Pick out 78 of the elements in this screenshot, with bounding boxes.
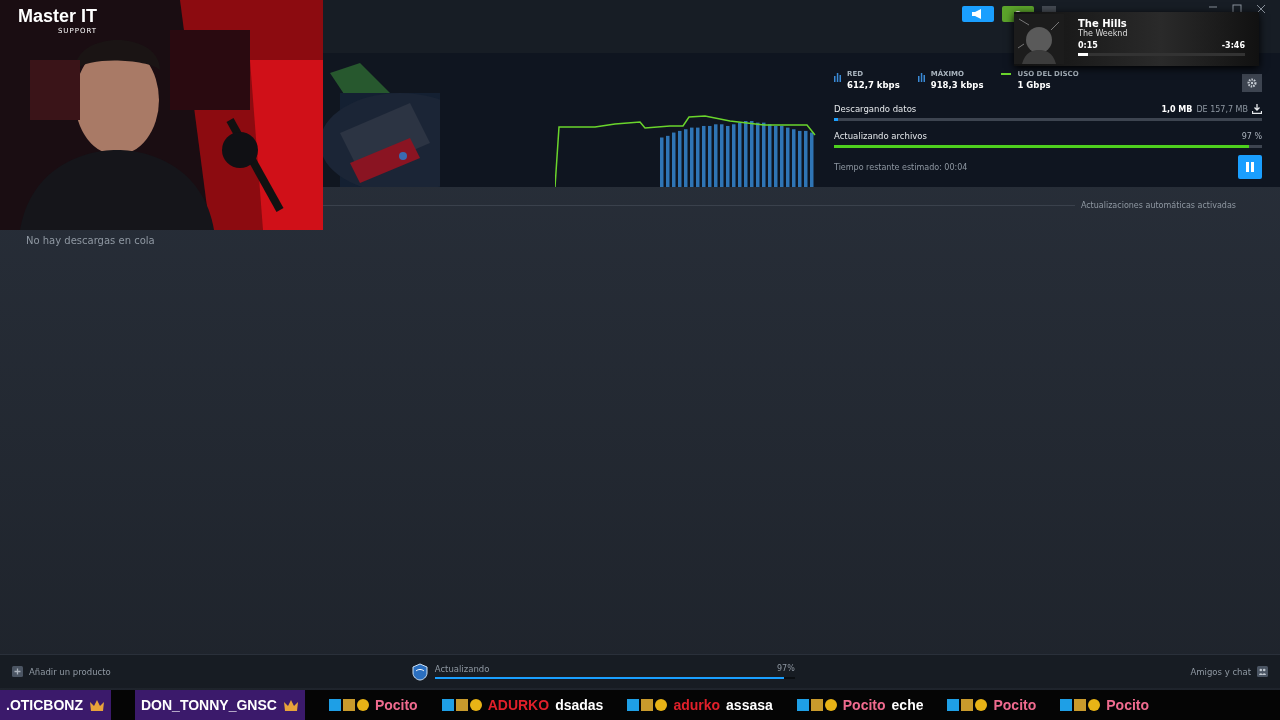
settings-button[interactable] — [1242, 74, 1262, 92]
network-bar — [696, 127, 700, 187]
network-bar — [786, 127, 790, 187]
network-bar — [666, 135, 670, 187]
network-bar — [774, 125, 778, 187]
chat-username: Pocito — [374, 697, 418, 713]
chat-message: dsadas — [555, 697, 604, 713]
chat-username: Pocito — [1106, 697, 1150, 713]
network-bar — [756, 122, 760, 187]
crown-icon — [282, 698, 299, 712]
download-amount: 1,0 MB — [1161, 104, 1193, 114]
chat-badges-icon — [441, 698, 482, 712]
network-bar — [708, 125, 712, 187]
empty-queue-text: No hay descargas en cola — [26, 235, 155, 246]
crown-icon — [89, 698, 105, 712]
settings-icon — [1247, 78, 1257, 88]
elapsed-time: 0:15 — [1078, 41, 1098, 50]
pause-button[interactable] — [1238, 155, 1262, 179]
network-bar — [660, 137, 664, 187]
chat-username: .OTICBONZ — [6, 697, 83, 713]
line-legend-icon — [1001, 73, 1012, 75]
remaining-time: -3:46 — [1221, 41, 1245, 50]
stat-value: 1 Gbps — [1017, 80, 1052, 90]
network-bar — [684, 129, 688, 187]
announcements-button[interactable] — [962, 6, 994, 22]
pause-icon — [1246, 162, 1254, 172]
network-bar — [804, 130, 808, 187]
stat-value: 612,7 kbps — [847, 80, 900, 90]
network-bar — [732, 124, 736, 187]
network-bar — [780, 125, 784, 187]
update-percent: 97 % — [1241, 131, 1262, 141]
network-bar — [810, 132, 814, 187]
update-percent: 97% — [776, 664, 795, 674]
network-bar — [738, 122, 742, 187]
chat-badges-icon — [627, 698, 668, 712]
bar-chart-icon — [834, 73, 841, 82]
network-bar — [702, 125, 706, 187]
game-icon — [410, 662, 429, 681]
chat-username: DON_TONNY_GNSC — [141, 697, 277, 713]
chat-badges-icon — [1060, 698, 1101, 712]
download-total: DE 157,7 MB — [1196, 104, 1248, 114]
network-bar — [768, 124, 772, 187]
network-bar — [744, 121, 748, 187]
maximize-icon[interactable] — [1232, 4, 1242, 14]
stat-value: 918,3 kbps — [930, 80, 984, 90]
time-remaining: Tiempo restante estimado: 00:04 — [834, 162, 968, 172]
network-bar — [672, 132, 676, 187]
chat-badges-icon — [947, 698, 988, 712]
network-bar — [762, 122, 766, 187]
download-label: Descargando datos — [834, 104, 917, 114]
network-bar — [792, 129, 796, 187]
chat-badges-icon — [328, 698, 369, 712]
plus-icon — [12, 666, 23, 677]
bar-chart-icon — [917, 73, 925, 82]
chat-username: Pocito — [842, 697, 886, 713]
network-bar — [714, 124, 718, 187]
network-bar — [798, 130, 802, 187]
chat-username: adurko — [673, 697, 721, 713]
download-icon — [1252, 104, 1262, 114]
update-label: Actualizando archivos — [834, 131, 927, 141]
friends-chat-button[interactable]: Amigos y chat — [1190, 666, 1268, 677]
update-status: Actualizando — [434, 664, 490, 674]
chat-username: ADURKO — [487, 697, 550, 713]
add-product-button[interactable]: Añadir un producto — [12, 666, 111, 677]
chat-message: eche — [891, 697, 924, 713]
auto-updates-text: Actualizaciones automáticas activadas — [1080, 201, 1236, 210]
network-bar — [690, 127, 694, 187]
chat-message: assasa — [726, 697, 773, 713]
network-bar — [720, 124, 724, 187]
friends-icon — [1257, 666, 1268, 677]
chat-badges-icon — [796, 698, 837, 712]
song-title: The Hills — [1078, 18, 1128, 29]
network-bar — [678, 130, 682, 187]
song-artist: The Weeknd — [1078, 29, 1129, 38]
network-bar — [750, 121, 754, 187]
chat-username: Pocito — [993, 697, 1037, 713]
close-icon[interactable] — [1256, 4, 1266, 14]
network-bar — [726, 125, 730, 187]
